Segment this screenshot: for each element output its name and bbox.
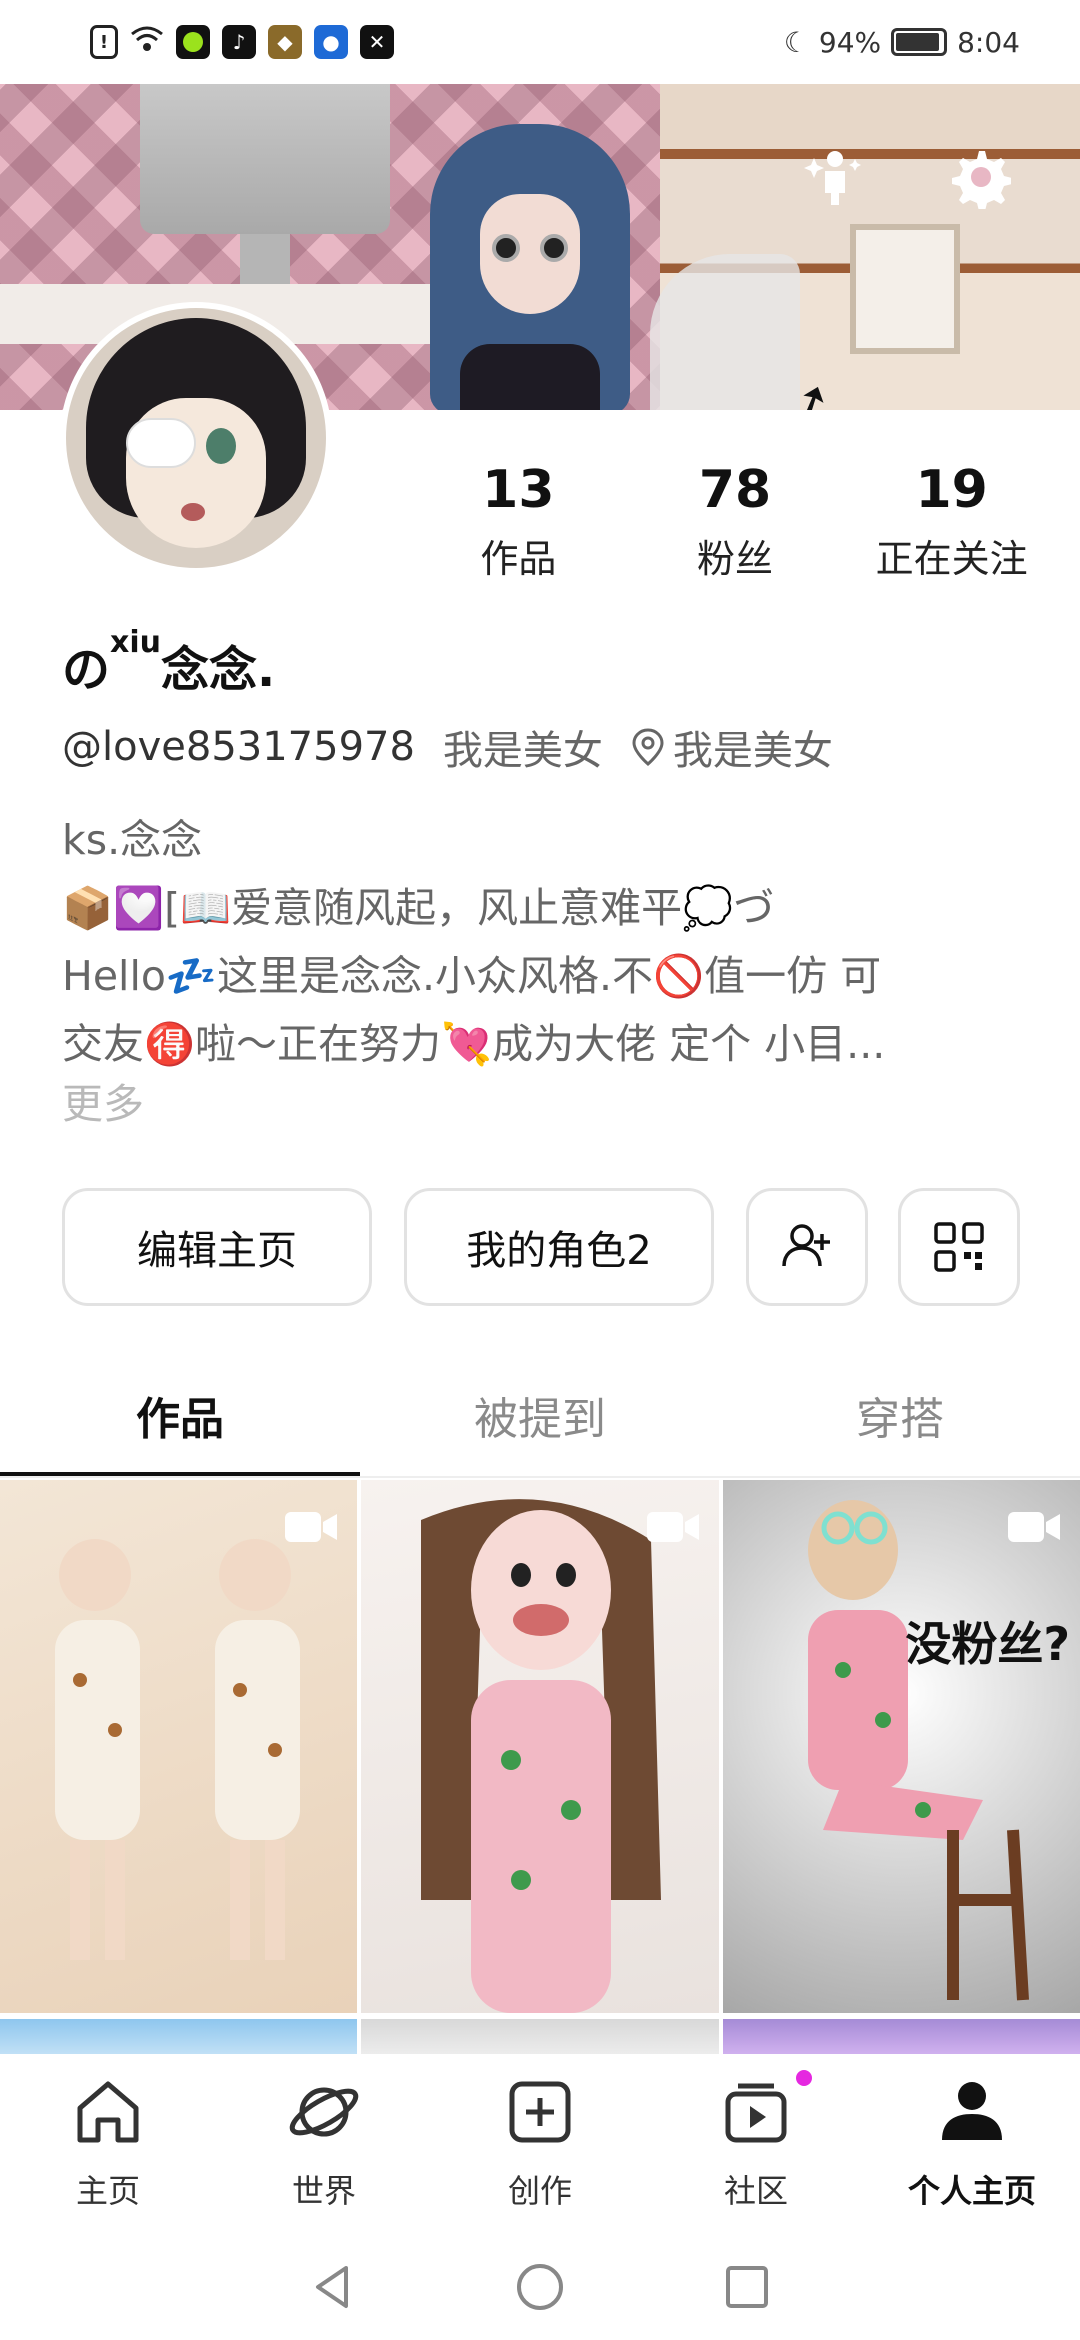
bio-line-2: 📦💟[📖爱意随风起，风止意难平💭づ [62,884,775,932]
avatar-style-button[interactable] [800,142,870,212]
battery-level [896,33,940,51]
nav-home[interactable]: 主页 [0,2054,216,2234]
nav-community-label: 社区 [723,2172,788,2210]
work-thumbnail[interactable] [0,1480,357,2013]
stat-followers-label: 粉丝 [697,537,774,581]
home-icon [77,2081,139,2143]
nav-profile[interactable]: 个人主页 [864,2054,1080,2234]
moon-icon: ☾ [783,25,809,59]
stat-works-label: 作品 [480,537,557,581]
work-thumbnail[interactable] [361,2019,719,2054]
thumbnail-art [421,1499,661,2013]
video-icon [1008,1512,1060,1542]
thumbnail-art [55,1539,300,1960]
bio-line-1: ks.念念 [62,816,203,864]
back-triangle-icon[interactable] [306,2260,360,2314]
wifi-icon [130,24,164,61]
nav-profile-label: 个人主页 [907,2172,1036,2210]
my-role-button[interactable]: 我的角色2 [404,1188,714,1306]
stat-works[interactable]: 13 作品 [410,458,627,588]
tab-works[interactable]: 作品 [0,1352,360,1478]
stat-following-label: 正在关注 [875,537,1028,581]
thumbnail-caption: 没粉丝? [905,1617,1070,1671]
recents-square-icon[interactable] [720,2260,774,2314]
profile-bio[interactable]: ks.念念 📦💟[📖爱意随风起，风止意难平💭づ Hello💤这里是念念.小众风格… [62,806,1022,1078]
tiktok-icon: ♪ [222,25,256,59]
profile-tabs: 作品 被提到 穿搭 [0,1352,1080,1478]
notification-dot [796,2070,812,2086]
battery-icon [891,28,948,56]
banner-wing-art [650,254,800,410]
community-video-icon [725,2083,787,2143]
nav-community[interactable]: 社区 [648,2054,864,2234]
profile-avatar[interactable] [60,302,332,574]
gear-icon [952,151,1011,209]
work-thumbnail[interactable] [723,2019,1080,2054]
home-circle-icon[interactable] [513,2260,567,2314]
work-thumbnail[interactable]: 没粉丝? [723,1480,1080,2013]
capcut-icon: ✕ [360,25,394,59]
settings-button[interactable] [944,142,1014,212]
profile-person-icon [942,2082,1002,2140]
stat-following-count: 19 [915,460,988,520]
tab-mentioned[interactable]: 被提到 [360,1352,720,1478]
status-icons-right: ☾ 94% 8:04 [784,26,1020,59]
status-icons-left: ! ♪ ◆ ● ✕ [90,24,394,61]
nav-world[interactable]: 世界 [216,2054,432,2234]
name-prefix: の [62,642,111,698]
add-friend-button[interactable] [746,1188,868,1306]
stat-followers[interactable]: 78 粉丝 [627,458,844,588]
name-suffix: 念念. [161,642,276,698]
planet-icon [289,2087,359,2137]
profile-handle[interactable]: @love853175978 [62,724,415,770]
banner-monitor-art [140,84,390,234]
nav-home-label: 主页 [75,2172,140,2210]
profile-tag: 我是美女 [442,728,603,774]
nav-create-label: 创作 [507,2172,572,2210]
qr-code-button[interactable] [898,1188,1020,1306]
stat-following[interactable]: 19 正在关注 [843,458,1060,588]
qr-code-icon [934,1222,984,1272]
work-thumbnail[interactable] [361,1480,719,2013]
thumbnail-art [808,1500,1029,2001]
video-icon [285,1512,337,1542]
create-plus-icon [509,2081,571,2143]
banner-frame-art [850,224,960,354]
clock: 8:04 [957,25,1020,59]
stat-works-count: 13 [482,460,555,520]
work-thumbnail[interactable] [0,2019,357,2054]
transformers-icon: ◆ [268,25,302,59]
tab-outfits[interactable]: 穿搭 [720,1352,1080,1478]
bio-more-link[interactable]: 更多 [62,1070,144,1130]
profile-meta-row: @love853175978 我是美女 我是美女 [62,718,833,776]
nav-world-label: 世界 [291,2172,356,2210]
nav-create[interactable]: 创作 [432,2054,648,2234]
system-navigation-bar [0,2234,1080,2340]
edit-profile-button[interactable]: 编辑主页 [62,1188,372,1306]
bottom-nav: 主页 世界 创作 社区 个人主页 [0,2054,1080,2234]
bio-line-3: Hello💤这里是念念.小众风格.不🚫值一仿 可 [62,952,882,1000]
video-icon [647,1512,699,1542]
profile-stats: 13 作品 78 粉丝 19 正在关注 [410,458,1060,588]
profile-location: 我是美女 [631,718,833,776]
location-pin-icon [632,728,664,766]
battery-text: 94% [818,25,882,59]
character-sparkle-icon [804,151,861,205]
location-text: 我是美女 [672,728,833,774]
banner-character [400,124,660,410]
name-superscript: xiu [110,625,162,660]
profile-name: の xiu 念念. [62,625,276,700]
sim-alert-icon: ! [90,25,118,59]
status-bar: ! ♪ ◆ ● ✕ ☾ 94% 8:04 [0,0,1080,84]
works-grid: 没粉丝? [0,1480,1080,2054]
add-user-icon [782,1224,830,1267]
lightbulb-icon: ● [314,25,348,59]
green-app-icon [176,25,210,59]
bio-line-4: 交友🉐啦～正在努力💘成为大佬 定个 小目... [62,1020,886,1068]
stat-followers-count: 78 [698,460,772,520]
tabs-divider [0,1476,1080,1478]
